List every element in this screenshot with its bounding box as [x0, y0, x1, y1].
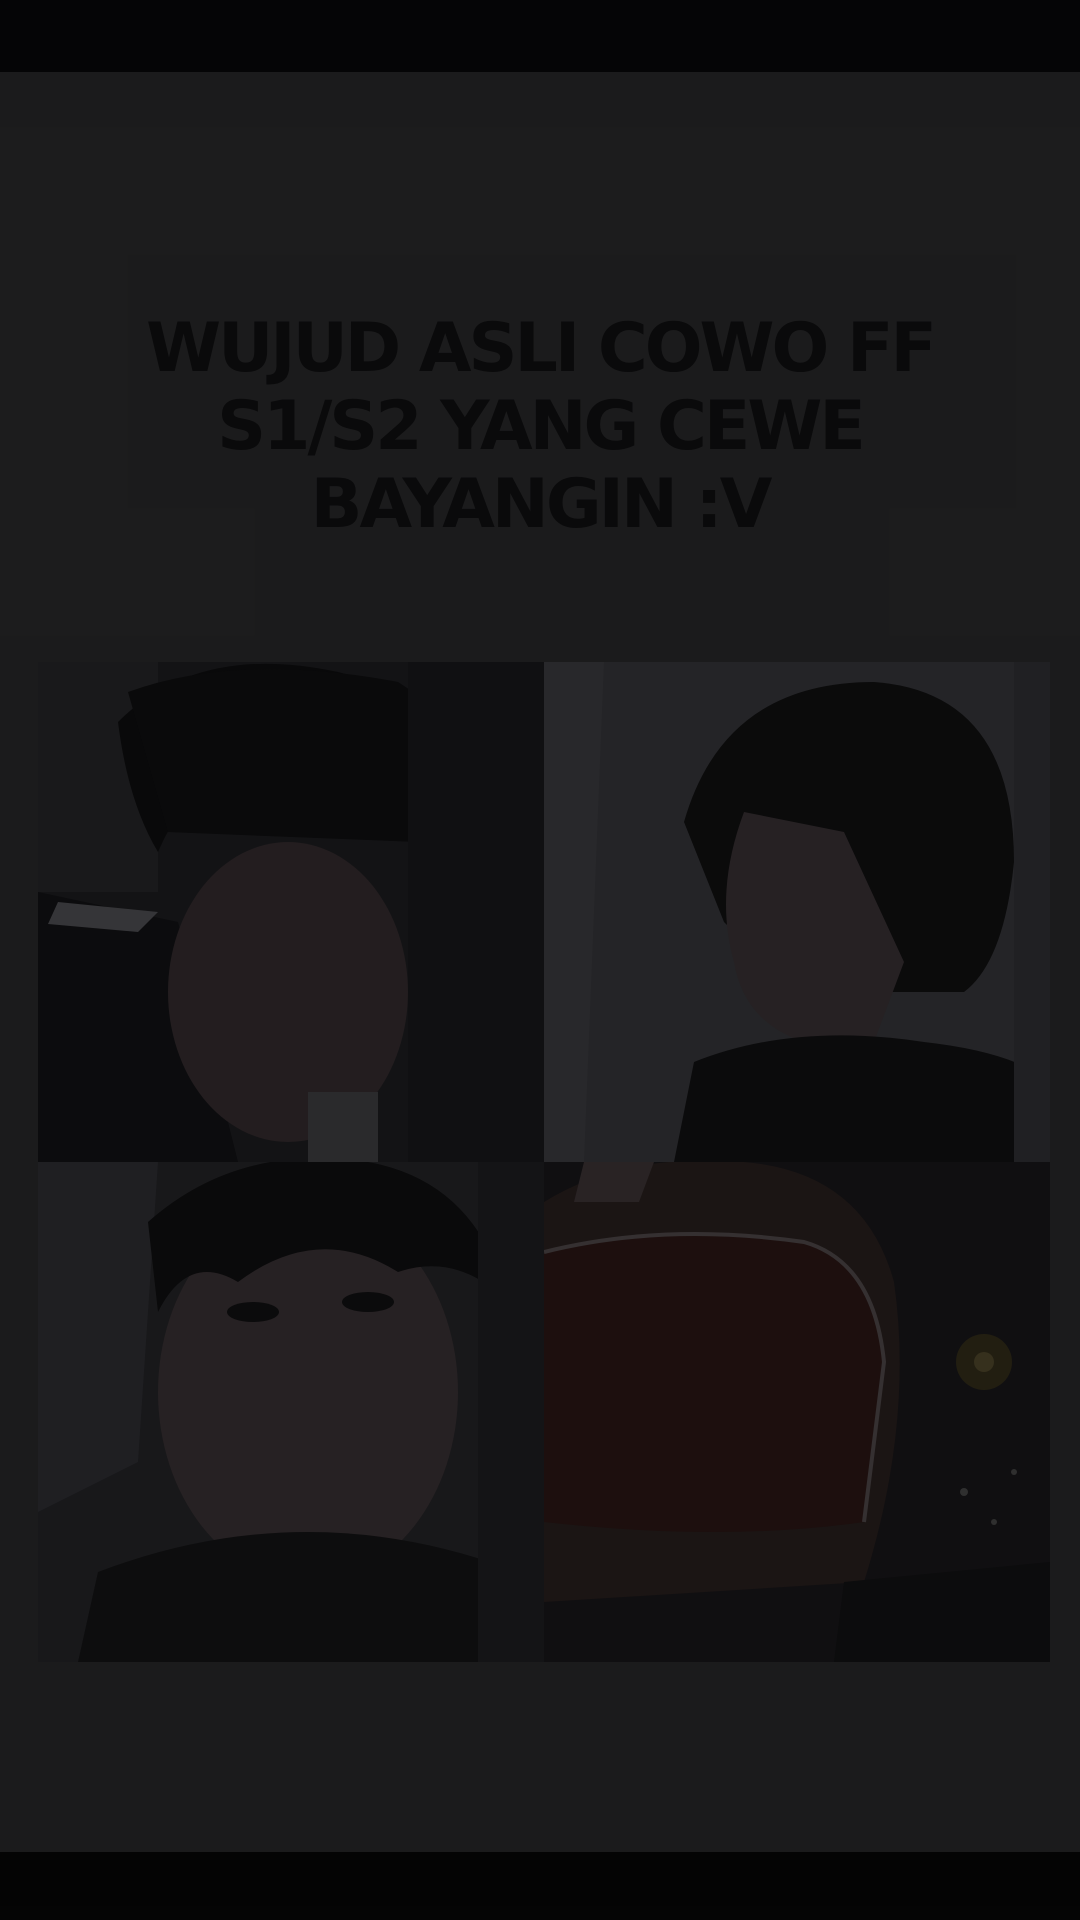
post-caption: WUJUD ASLI COWO FF S1/S2 YANG CEWE BAYAN…: [146, 309, 937, 544]
top-bar: [0, 0, 1080, 72]
photo-collage: [38, 662, 1050, 1662]
portrait-photo-image: [38, 662, 544, 1162]
portrait-photo-image: [38, 1162, 544, 1662]
post-card[interactable]: WUJUD ASLI COWO FF S1/S2 YANG CEWE BAYAN…: [0, 72, 1080, 1852]
portrait-photo-image: [544, 662, 1050, 1162]
helmet-photo-image: [544, 1162, 1050, 1662]
collage-photo-2[interactable]: [544, 662, 1050, 1162]
collage-photo-3[interactable]: [38, 1162, 544, 1662]
collage-photo-1[interactable]: [38, 662, 544, 1162]
story-viewer: WUJUD ASLI COWO FF S1/S2 YANG CEWE BAYAN…: [0, 0, 1080, 1920]
collage-photo-4[interactable]: [544, 1162, 1050, 1662]
bottom-bar: [0, 1852, 1080, 1920]
